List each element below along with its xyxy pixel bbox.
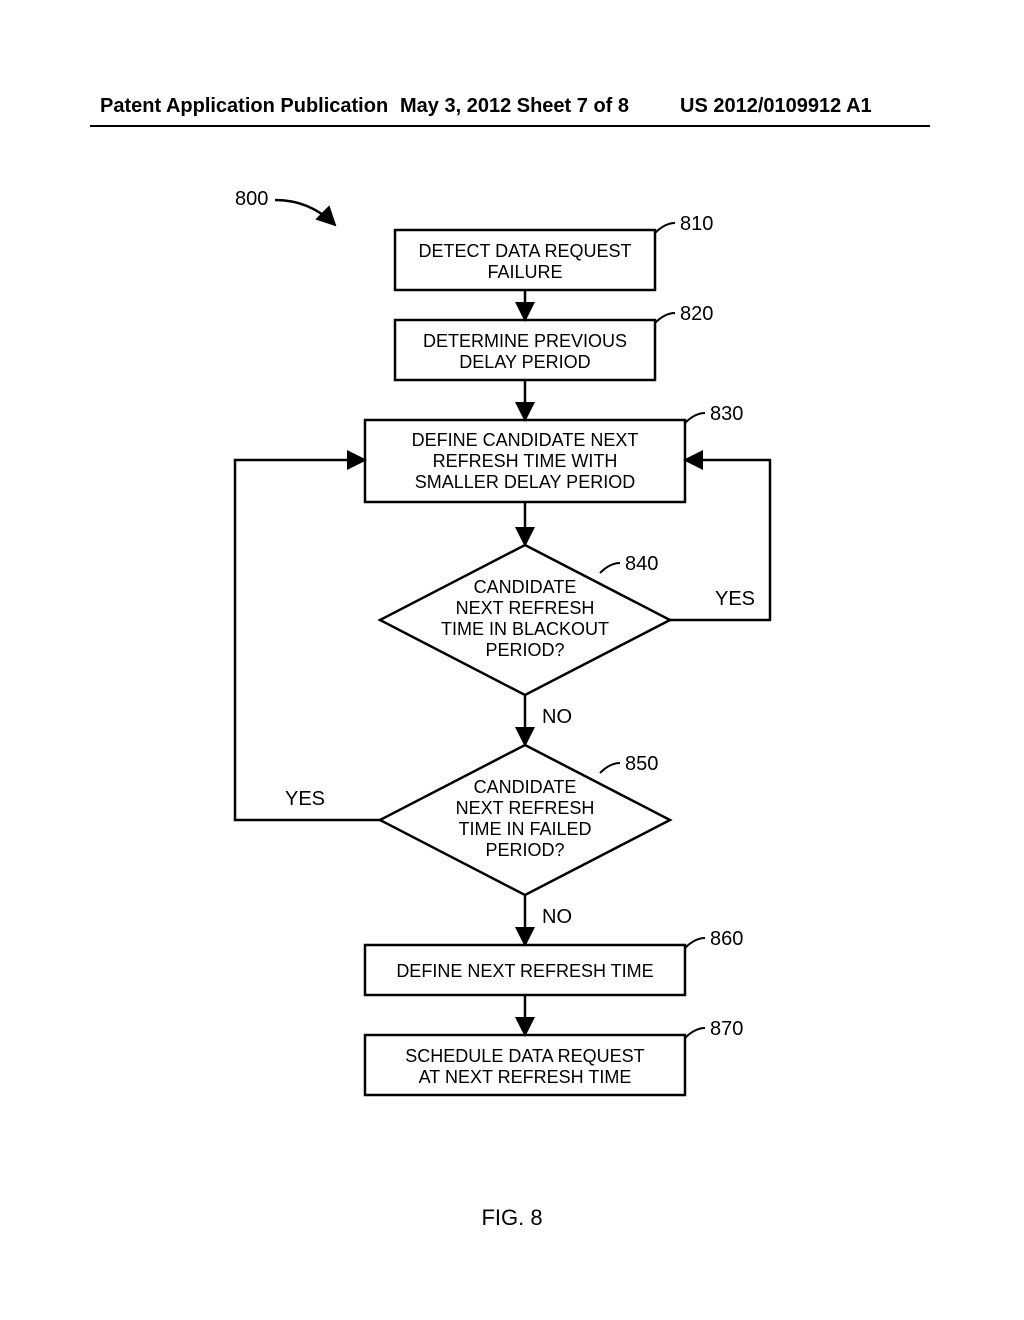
label-850: 850	[625, 753, 658, 775]
svg-text:DELAY PERIOD: DELAY PERIOD	[459, 352, 590, 372]
svg-text:DETERMINE PREVIOUS: DETERMINE PREVIOUS	[423, 331, 627, 351]
svg-text:CANDIDATE: CANDIDATE	[474, 577, 577, 597]
svg-text:FAILURE: FAILURE	[487, 262, 562, 282]
box-830: DEFINE CANDIDATE NEXT REFRESH TIME WITH …	[365, 420, 685, 502]
svg-text:AT NEXT REFRESH TIME: AT NEXT REFRESH TIME	[419, 1067, 632, 1087]
svg-text:TIME IN BLACKOUT: TIME IN BLACKOUT	[441, 619, 609, 639]
label-870: 870	[710, 1018, 743, 1040]
label-810: 810	[680, 213, 713, 235]
svg-text:PERIOD?: PERIOD?	[485, 640, 564, 660]
svg-text:PERIOD?: PERIOD?	[485, 840, 564, 860]
leader-830	[685, 413, 705, 423]
svg-text:NEXT REFRESH: NEXT REFRESH	[456, 598, 595, 618]
box-810: DETECT DATA REQUEST FAILURE	[395, 230, 655, 290]
label-840-yes: YES	[715, 588, 755, 610]
label-830: 830	[710, 403, 743, 425]
header-right: US 2012/0109912 A1	[680, 95, 872, 118]
svg-text:TIME IN FAILED: TIME IN FAILED	[458, 819, 591, 839]
header-rule	[90, 125, 930, 127]
svg-text:REFRESH TIME WITH: REFRESH TIME WITH	[433, 451, 618, 471]
label-850-no: NO	[542, 906, 572, 928]
label-850-yes: YES	[285, 788, 325, 810]
figure-caption: FIG. 8	[0, 1205, 1024, 1231]
svg-text:DEFINE NEXT REFRESH TIME: DEFINE NEXT REFRESH TIME	[396, 961, 653, 981]
svg-text:CANDIDATE: CANDIDATE	[474, 777, 577, 797]
leader-810	[655, 223, 675, 233]
svg-text:DETECT DATA REQUEST: DETECT DATA REQUEST	[418, 241, 631, 261]
svg-text:NEXT REFRESH: NEXT REFRESH	[456, 798, 595, 818]
header-left: Patent Application Publication	[100, 95, 388, 118]
leader-850	[600, 763, 620, 773]
flowchart: 800 DETECT DATA REQUEST FAILURE 810 DETE…	[170, 175, 870, 1155]
box-870: SCHEDULE DATA REQUEST AT NEXT REFRESH TI…	[365, 1035, 685, 1095]
leader-860	[685, 938, 705, 948]
leader-870	[685, 1028, 705, 1038]
box-860: DEFINE NEXT REFRESH TIME	[365, 945, 685, 995]
box-820: DETERMINE PREVIOUS DELAY PERIOD	[395, 320, 655, 380]
label-840: 840	[625, 553, 658, 575]
label-820: 820	[680, 303, 713, 325]
leader-840	[600, 563, 620, 573]
leader-820	[655, 313, 675, 323]
svg-text:DEFINE CANDIDATE NEXT: DEFINE CANDIDATE NEXT	[412, 430, 639, 450]
arrow-800-icon	[275, 200, 335, 225]
label-860: 860	[710, 928, 743, 950]
label-840-no: NO	[542, 706, 572, 728]
flow-label-800: 800	[235, 188, 268, 210]
svg-text:SCHEDULE DATA REQUEST: SCHEDULE DATA REQUEST	[405, 1046, 644, 1066]
header-center: May 3, 2012 Sheet 7 of 8	[400, 95, 629, 118]
svg-text:SMALLER DELAY PERIOD: SMALLER DELAY PERIOD	[415, 472, 635, 492]
arrow-850-yes-icon	[235, 460, 380, 820]
